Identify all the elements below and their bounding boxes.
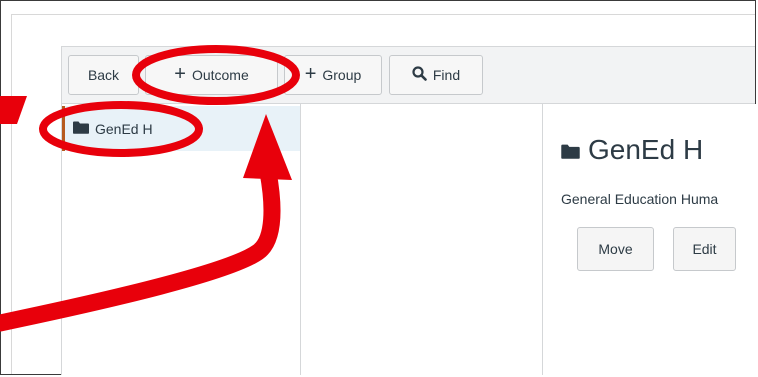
back-button-label: Back (87, 67, 120, 83)
add-group-label: Group (322, 67, 362, 83)
find-button[interactable]: Find (389, 55, 483, 95)
middle-column (301, 104, 543, 375)
move-button[interactable]: Move (577, 227, 654, 271)
back-button[interactable]: Back (68, 55, 139, 95)
plus-icon: + (174, 63, 186, 85)
detail-description: General Education Huma (561, 191, 719, 207)
tree-item-label: GenEd H (95, 120, 153, 137)
detail-title-text: GenEd H (588, 134, 704, 165)
outcomes-toolbar: Back + Outcome + Group Find (61, 46, 755, 104)
add-group-button[interactable]: + Group (284, 55, 382, 95)
divider (11, 14, 755, 15)
outcome-tree-column: GenEd H (61, 104, 301, 375)
detail-panel: GenEd H General Education Huma Move Edit (543, 104, 756, 375)
detail-title: GenEd H (561, 134, 703, 166)
plus-icon: + (304, 63, 317, 85)
divider (11, 14, 12, 374)
move-button-label: Move (598, 241, 633, 257)
find-button-label: Find (432, 67, 461, 83)
add-outcome-label: Outcome (191, 67, 249, 83)
add-outcome-button[interactable]: + Outcome (145, 55, 278, 95)
edit-button[interactable]: Edit (673, 227, 736, 271)
edit-button-label: Edit (692, 241, 717, 257)
search-icon (412, 66, 427, 84)
folder-icon (73, 121, 89, 137)
folder-icon (561, 134, 580, 166)
tree-item-gened-h[interactable]: GenEd H (62, 106, 300, 151)
